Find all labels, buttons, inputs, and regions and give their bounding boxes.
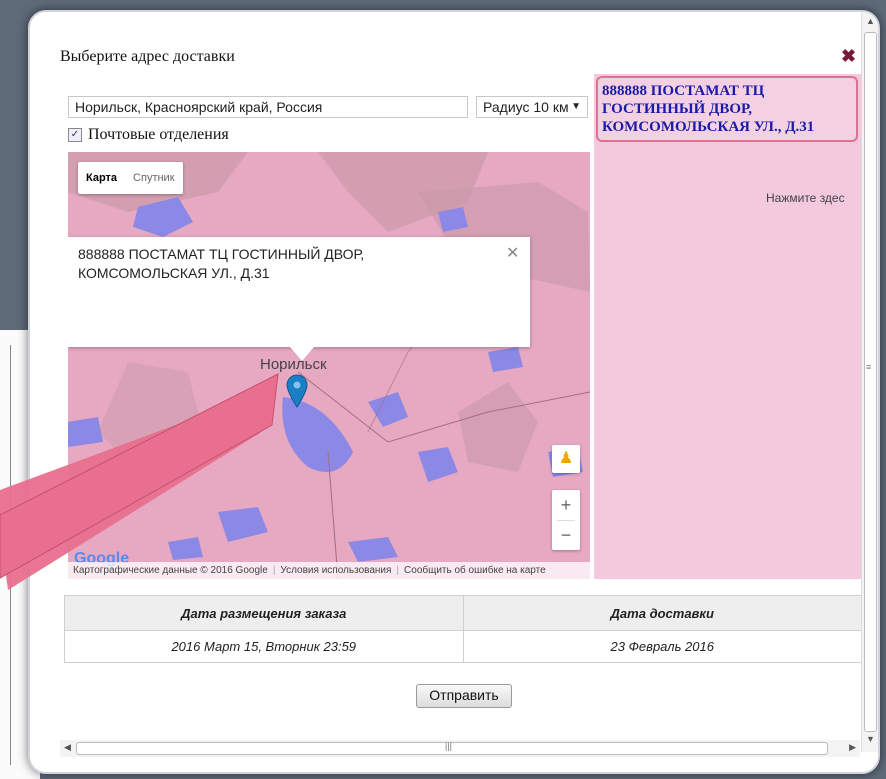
- post-offices-checkbox[interactable]: ✓: [68, 128, 82, 143]
- selected-pickup-point[interactable]: 888888 ПОСТАМАТ ТЦ ГОСТИННЫЙ ДВОР, КОМСО…: [596, 76, 858, 142]
- scroll-right-icon[interactable]: ▶: [849, 742, 856, 753]
- map-info-popup: 888888 ПОСТАМАТ ТЦ ГОСТИННЫЙ ДВОР, КОМСО…: [68, 237, 530, 347]
- order-date-header: Дата размещения заказа: [64, 595, 464, 631]
- map-attribution: Картографические данные © 2016 Google | Ус…: [68, 562, 590, 579]
- attribution-copyright: Картографические данные © 2016 Google: [73, 565, 268, 576]
- map-city-label: Норильск: [260, 356, 327, 373]
- scroll-left-icon[interactable]: ◀: [64, 742, 71, 753]
- map-terrain: [68, 152, 590, 579]
- vertical-scroll-thumb[interactable]: [864, 32, 877, 732]
- chevron-down-icon: ▼: [571, 101, 581, 112]
- scroll-down-icon[interactable]: ▼: [866, 734, 875, 744]
- background-divider: [10, 345, 11, 765]
- delivery-address-dialog: Выберите адрес доставки ✖ Норильск, Крас…: [28, 10, 880, 774]
- popup-close-icon[interactable]: ✕: [506, 243, 519, 263]
- zoom-out-button[interactable]: −: [552, 520, 580, 550]
- close-icon[interactable]: ✖: [841, 46, 856, 67]
- popup-address-text: 888888 ПОСТАМАТ ТЦ ГОСТИННЫЙ ДВОР, КОМСО…: [78, 246, 365, 281]
- delivery-date-cell: 23 Февраль 2016: [462, 630, 862, 663]
- order-date-cell: 2016 Март 15, Вторник 23:59: [64, 630, 464, 663]
- street-view-pegman-icon[interactable]: ♟: [552, 445, 580, 473]
- radius-select[interactable]: Радиус 10 км ▼: [476, 96, 588, 118]
- scroll-grip-icon: |||: [445, 741, 453, 751]
- order-dates-table: Дата размещения заказа Дата доставки 201…: [64, 595, 862, 663]
- address-search-input[interactable]: Норильск, Красноярский край, Россия: [68, 96, 468, 118]
- side-panel-hint[interactable]: Нажмите здес: [766, 191, 845, 205]
- map-type-map-button[interactable]: Карта: [78, 162, 125, 194]
- post-offices-label: Почтовые отделения: [88, 126, 229, 143]
- attribution-report-link[interactable]: Сообщить об ошибке на карте: [399, 565, 551, 576]
- map-view[interactable]: Карта Спутник 888888 ПОСТАМАТ ТЦ ГОСТИНН…: [68, 152, 590, 579]
- attribution-terms-link[interactable]: Условия использования: [275, 565, 396, 576]
- scroll-grip-icon: ≡: [866, 362, 872, 372]
- submit-button[interactable]: Отправить: [416, 684, 512, 708]
- scroll-up-icon[interactable]: ▲: [866, 16, 875, 26]
- radius-value: Радиус 10 км: [483, 99, 569, 115]
- table-row: 2016 Март 15, Вторник 23:59 23 Февраль 2…: [64, 630, 862, 663]
- pickup-point-panel: 888888 ПОСТАМАТ ТЦ ГОСТИННЫЙ ДВОР, КОМСО…: [594, 74, 862, 579]
- map-marker-icon[interactable]: [286, 374, 308, 408]
- post-offices-filter[interactable]: ✓ Почтовые отделения: [68, 126, 229, 144]
- delivery-date-header: Дата доставки: [462, 595, 862, 631]
- dialog-title: Выберите адрес доставки: [60, 48, 235, 65]
- horizontal-scrollbar[interactable]: ◀ ||| ▶: [60, 740, 860, 757]
- zoom-divider: [557, 520, 575, 521]
- zoom-in-button[interactable]: +: [552, 490, 580, 520]
- vertical-scrollbar[interactable]: ▲ ≡ ▼: [861, 12, 878, 752]
- map-type-control: Карта Спутник: [78, 162, 183, 194]
- table-header-row: Дата размещения заказа Дата доставки: [64, 595, 862, 631]
- zoom-control: + −: [552, 490, 580, 550]
- map-type-satellite-button[interactable]: Спутник: [125, 162, 182, 194]
